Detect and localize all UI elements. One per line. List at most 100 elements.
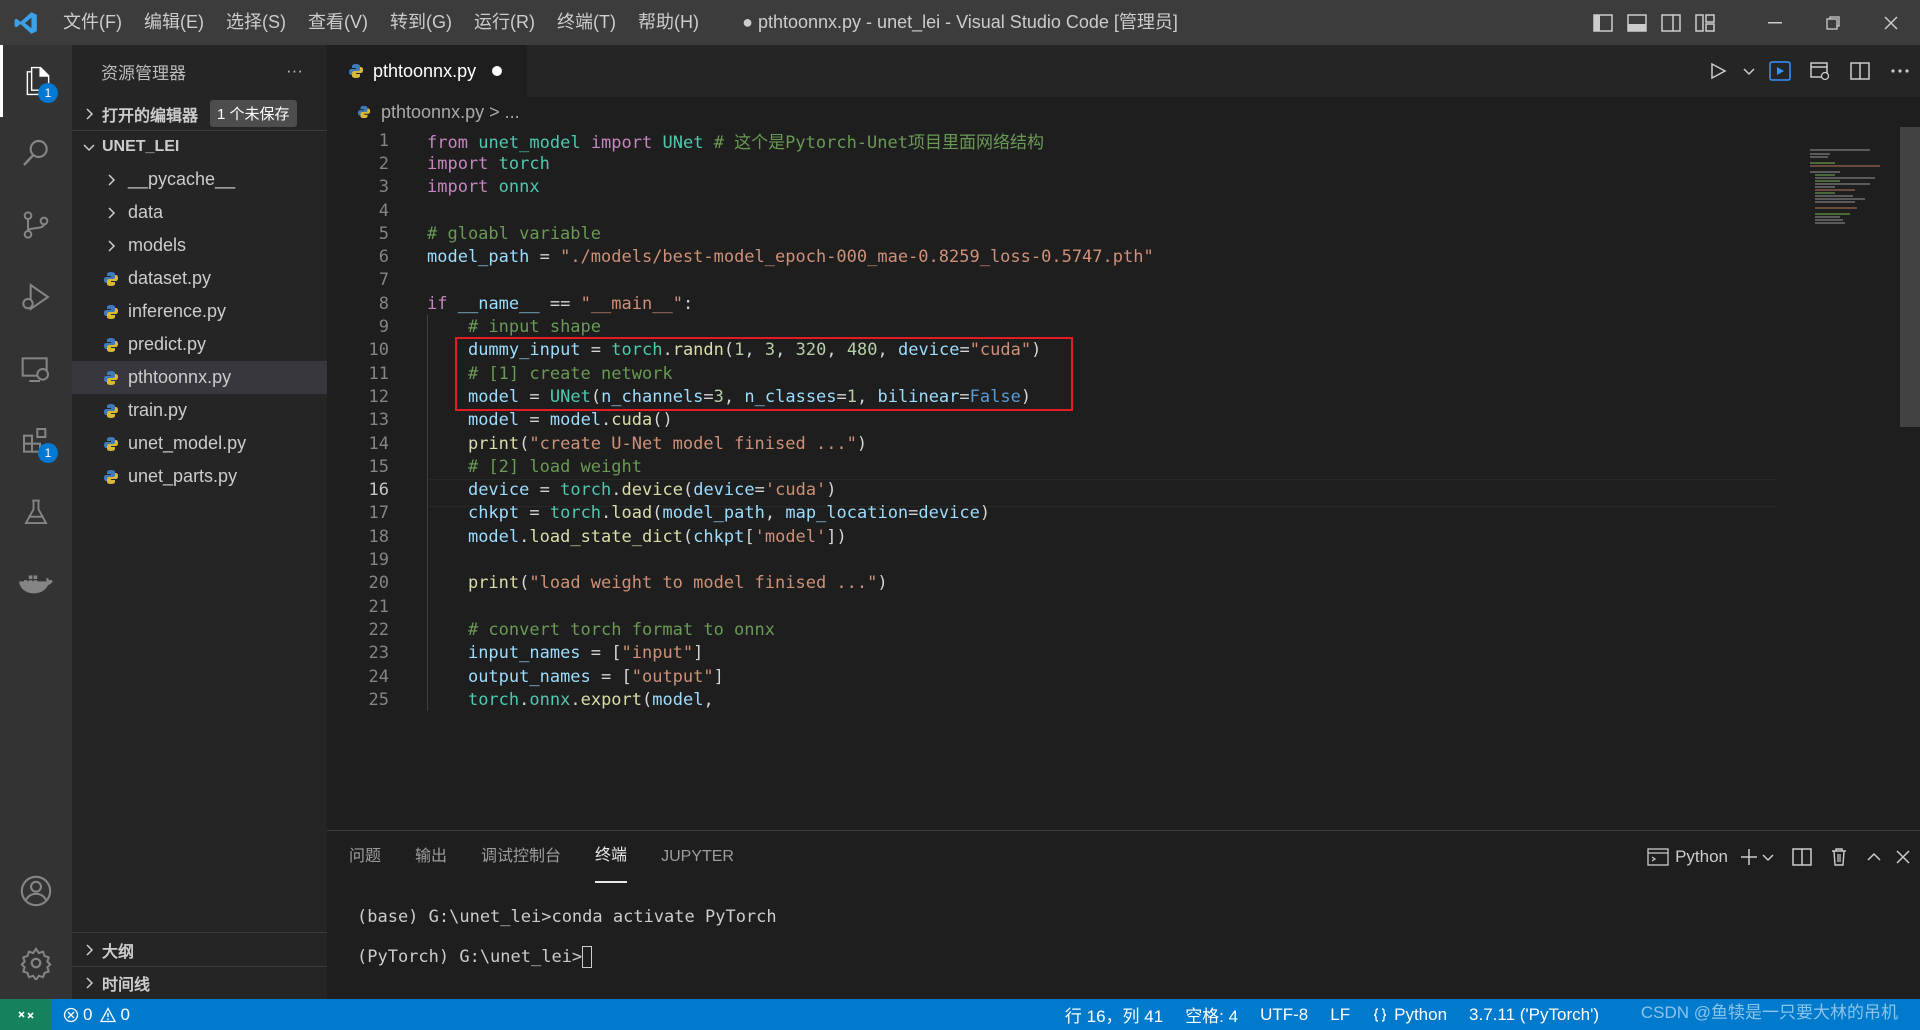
settings-gear-icon[interactable]	[0, 927, 72, 999]
indentation[interactable]: 空格: 4	[1174, 1002, 1249, 1027]
open-preview-icon[interactable]	[1800, 45, 1840, 97]
tab-pthtoonnx[interactable]: pthtoonnx.py	[327, 45, 527, 97]
menu-item[interactable]: 转到(G)	[379, 0, 463, 45]
explorer-icon[interactable]: 1	[0, 45, 72, 117]
split-editor-icon[interactable]	[1840, 45, 1880, 97]
panel-tab[interactable]: JUPYTER	[661, 831, 734, 883]
remote-indicator-icon[interactable]	[0, 999, 52, 1030]
file-item[interactable]: dataset.py	[72, 262, 327, 295]
close-panel-icon[interactable]	[1896, 831, 1910, 883]
close-window-icon[interactable]	[1862, 0, 1920, 45]
code-line[interactable]: 20 print("load weight to model finised .…	[327, 572, 888, 595]
kill-terminal-trash-icon[interactable]	[1830, 831, 1848, 883]
menu-item[interactable]: 终端(T)	[546, 0, 627, 45]
code-line[interactable]: 4	[327, 199, 389, 222]
timeline-section[interactable]: 时间线	[72, 966, 327, 999]
code-editor[interactable]: 1 from unet_model import UNet # 这个是Pytorc…	[327, 127, 1920, 830]
code-line[interactable]: 10 dummy_input = torch.randn(1, 3, 320, …	[327, 339, 1042, 362]
code-line[interactable]: 25 torch.onnx.export(model,	[327, 688, 714, 711]
terminal-profile[interactable]: Python	[1647, 831, 1728, 883]
code-line[interactable]: 24 output_names = ["output"]	[327, 665, 724, 688]
file-item[interactable]: predict.py	[72, 328, 327, 361]
run-dropdown-chevron-icon[interactable]	[1738, 45, 1760, 97]
folder-item[interactable]: data	[72, 196, 327, 229]
code-line[interactable]: 14 print("create U-Net model finised ...…	[327, 432, 868, 455]
language-mode[interactable]: Python	[1361, 1005, 1458, 1025]
folder-item[interactable]: __pycache__	[72, 163, 327, 196]
cursor-position[interactable]: 行 16，列 41	[1054, 1002, 1174, 1027]
code-line[interactable]: 19	[327, 548, 389, 571]
code-line[interactable]: 2 import torch	[327, 152, 550, 175]
encoding[interactable]: UTF-8	[1249, 1005, 1319, 1025]
remote-explorer-icon[interactable]	[0, 333, 72, 405]
file-item[interactable]: inference.py	[72, 295, 327, 328]
code-line[interactable]: 3 import onnx	[327, 176, 540, 199]
code-line[interactable]: 6 model_path = "./models/best-model_epoch…	[327, 246, 1154, 269]
folder-section[interactable]: UNET_LEI	[72, 130, 327, 163]
code-line[interactable]: 5 # gloabl variable	[327, 222, 601, 245]
code-line[interactable]: 17 chkpt = torch.load(model_path, map_lo…	[327, 502, 991, 525]
customize-layout-icon[interactable]	[1688, 0, 1722, 45]
minimize-icon[interactable]	[1746, 0, 1804, 45]
outline-section[interactable]: 大纲	[72, 933, 327, 966]
code-line[interactable]: 12 model = UNet(n_channels=3, n_classes=…	[327, 385, 1032, 408]
toggle-primary-sidebar-icon[interactable]	[1586, 0, 1620, 45]
code-line[interactable]: 1 from unet_model import UNet # 这个是Pytorc…	[327, 129, 1044, 154]
code-line[interactable]: 18 model.load_state_dict(chkpt['model'])	[327, 525, 847, 548]
toggle-secondary-sidebar-icon[interactable]	[1654, 0, 1688, 45]
terminal-output[interactable]: (base) G:\unet_lei>conda activate PyTorc…	[327, 883, 1920, 971]
menu-item[interactable]: 选择(S)	[215, 0, 297, 45]
end-of-line[interactable]: LF	[1319, 1005, 1361, 1025]
file-item[interactable]: pthtoonnx.py	[72, 361, 327, 394]
code-line[interactable]: 7	[327, 269, 389, 292]
panel-tab[interactable]: 问题	[349, 831, 381, 883]
code-line[interactable]: 23 input_names = ["input"]	[327, 642, 704, 665]
code-line[interactable]: 22 # convert torch format to onnx	[327, 618, 775, 641]
minimap[interactable]	[1810, 149, 1900, 229]
breadcrumb[interactable]: pthtoonnx.py > ...	[327, 97, 1920, 127]
restore-icon[interactable]	[1804, 0, 1862, 45]
toggle-panel-icon[interactable]	[1620, 0, 1654, 45]
testing-icon[interactable]	[0, 477, 72, 549]
file-item[interactable]: unet_parts.py	[72, 460, 327, 493]
python-interpreter[interactable]: 3.7.11 ('PyTorch')	[1458, 1005, 1610, 1025]
line-number: 7	[378, 270, 389, 291]
panel-tab[interactable]: 调试控制台	[481, 831, 561, 883]
run-and-debug-icon[interactable]	[0, 261, 72, 333]
editor-more-actions-icon[interactable]	[1880, 45, 1920, 97]
code-line[interactable]: 8 if __name__ == "__main__":	[327, 292, 693, 315]
code-line[interactable]: 15 # [2] load weight	[327, 455, 642, 478]
new-terminal-plus-icon[interactable]	[1740, 831, 1758, 883]
menu-item[interactable]: 编辑(E)	[133, 0, 215, 45]
vertical-scrollbar[interactable]	[1900, 127, 1920, 427]
problems-status[interactable]: 0 0	[52, 1005, 141, 1025]
menu-item[interactable]: 查看(V)	[297, 0, 379, 45]
file-item[interactable]: train.py	[72, 394, 327, 427]
panel-tab[interactable]: 终端	[595, 831, 628, 883]
split-terminal-icon[interactable]	[1792, 831, 1812, 883]
menu-item[interactable]: 文件(F)	[52, 0, 133, 45]
code-line[interactable]: 11 # [1] create network	[327, 362, 673, 385]
code-line[interactable]: 21	[327, 595, 389, 618]
run-in-interactive-icon[interactable]	[1760, 45, 1800, 97]
accounts-icon[interactable]	[0, 855, 72, 927]
terminal-dropdown-chevron-icon[interactable]	[1762, 831, 1774, 883]
code-line[interactable]: 9 # input shape	[327, 315, 601, 338]
search-icon[interactable]	[0, 117, 72, 189]
panel-tab[interactable]: 输出	[415, 831, 447, 883]
code-line[interactable]: 16 device = torch.device(device='cuda')	[327, 479, 837, 502]
maximize-panel-chevron-up-icon[interactable]	[1866, 831, 1882, 883]
menu-item[interactable]: 运行(R)	[463, 0, 546, 45]
menu-item[interactable]: 帮助(H)	[627, 0, 710, 45]
open-editors-section[interactable]: 打开的编辑器 1 个未保存	[72, 97, 327, 130]
line-number: 1	[378, 130, 389, 151]
run-file-icon[interactable]	[1698, 45, 1738, 97]
extensions-icon[interactable]: 1	[0, 405, 72, 477]
code-line[interactable]: 13 model = model.cuda()	[327, 409, 673, 432]
more-actions-icon[interactable]: ···	[286, 61, 303, 81]
folder-item[interactable]: models	[72, 229, 327, 262]
file-item[interactable]: unet_model.py	[72, 427, 327, 460]
unsaved-dot-icon[interactable]	[492, 66, 503, 76]
docker-icon[interactable]	[0, 549, 72, 621]
source-control-icon[interactable]	[0, 189, 72, 261]
